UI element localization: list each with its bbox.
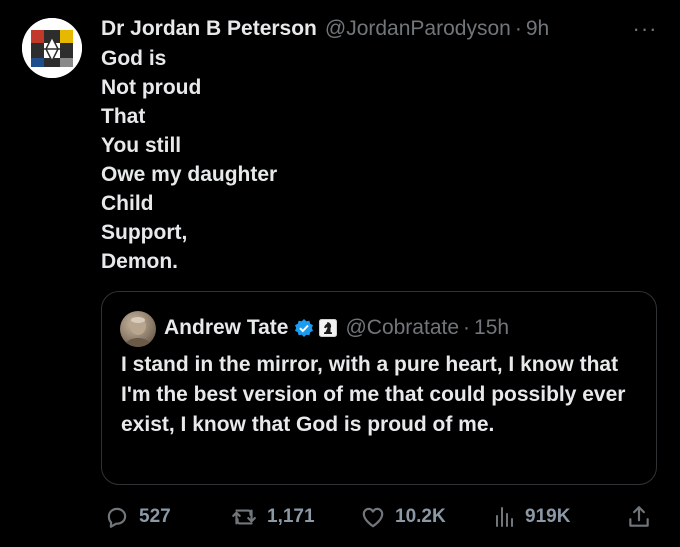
tweet-text-line: Support, — [101, 221, 188, 244]
quoted-author-display-name[interactable]: Andrew Tate — [164, 316, 288, 340]
reply-icon — [104, 504, 130, 530]
quoted-tweet[interactable]: Andrew Tate @Cobratate · 15h I stand in … — [101, 291, 657, 485]
verified-badge-icon — [294, 318, 314, 338]
author-display-name[interactable]: Dr Jordan B Peterson — [101, 17, 317, 41]
author-avatar[interactable] — [22, 18, 82, 78]
tweet-text-line: You still — [101, 134, 182, 157]
tweet[interactable]: Dr Jordan B Peterson @JordanParodyson · … — [0, 0, 680, 547]
quoted-author-avatar[interactable] — [120, 311, 156, 347]
header-separator: · — [514, 17, 522, 40]
share-icon — [626, 504, 652, 530]
quoted-tweet-header: Andrew Tate @Cobratate · 15h — [164, 314, 509, 342]
retweet-button[interactable]: 1,171 — [230, 500, 315, 534]
action-bar: 527 1,171 10.2K 919K — [0, 500, 680, 534]
views-bar-chart-icon — [492, 504, 516, 530]
heart-icon — [360, 504, 386, 530]
quoted-tweet-text: I stand in the mirror, with a pure heart… — [121, 353, 626, 436]
tweet-text: God is Not proud That You still Owe my d… — [101, 44, 277, 276]
like-button[interactable]: 10.2K — [360, 500, 446, 534]
retweet-icon — [230, 504, 258, 530]
share-button[interactable] — [626, 500, 652, 534]
affiliation-chess-knight-icon[interactable] — [319, 319, 338, 337]
more-horizontal-icon[interactable]: ··· — [628, 18, 662, 40]
tweet-text-line: Owe my daughter — [101, 163, 278, 186]
tweet-text-line: Not proud — [101, 76, 202, 99]
like-count: 10.2K — [395, 506, 446, 527]
tweet-text-line: God is — [101, 47, 167, 70]
tweet-text-line: Child — [101, 192, 154, 215]
retweet-count: 1,171 — [267, 506, 315, 527]
tweet-header: Dr Jordan B Peterson @JordanParodyson · … — [101, 14, 549, 44]
views-count: 919K — [525, 506, 571, 527]
reply-count: 527 — [139, 506, 171, 527]
tweet-text-line: Demon. — [101, 250, 179, 273]
quoted-tweet-timestamp[interactable]: 15h — [474, 316, 509, 340]
author-handle[interactable]: @JordanParodyson — [325, 17, 511, 41]
quoted-author-handle[interactable]: @Cobratate — [345, 316, 459, 340]
quoted-header-separator: · — [463, 316, 471, 339]
reply-button[interactable]: 527 — [104, 500, 171, 534]
views-button[interactable]: 919K — [492, 500, 570, 534]
tweet-text-line: That — [101, 105, 146, 128]
tweet-timestamp[interactable]: 9h — [526, 17, 549, 41]
